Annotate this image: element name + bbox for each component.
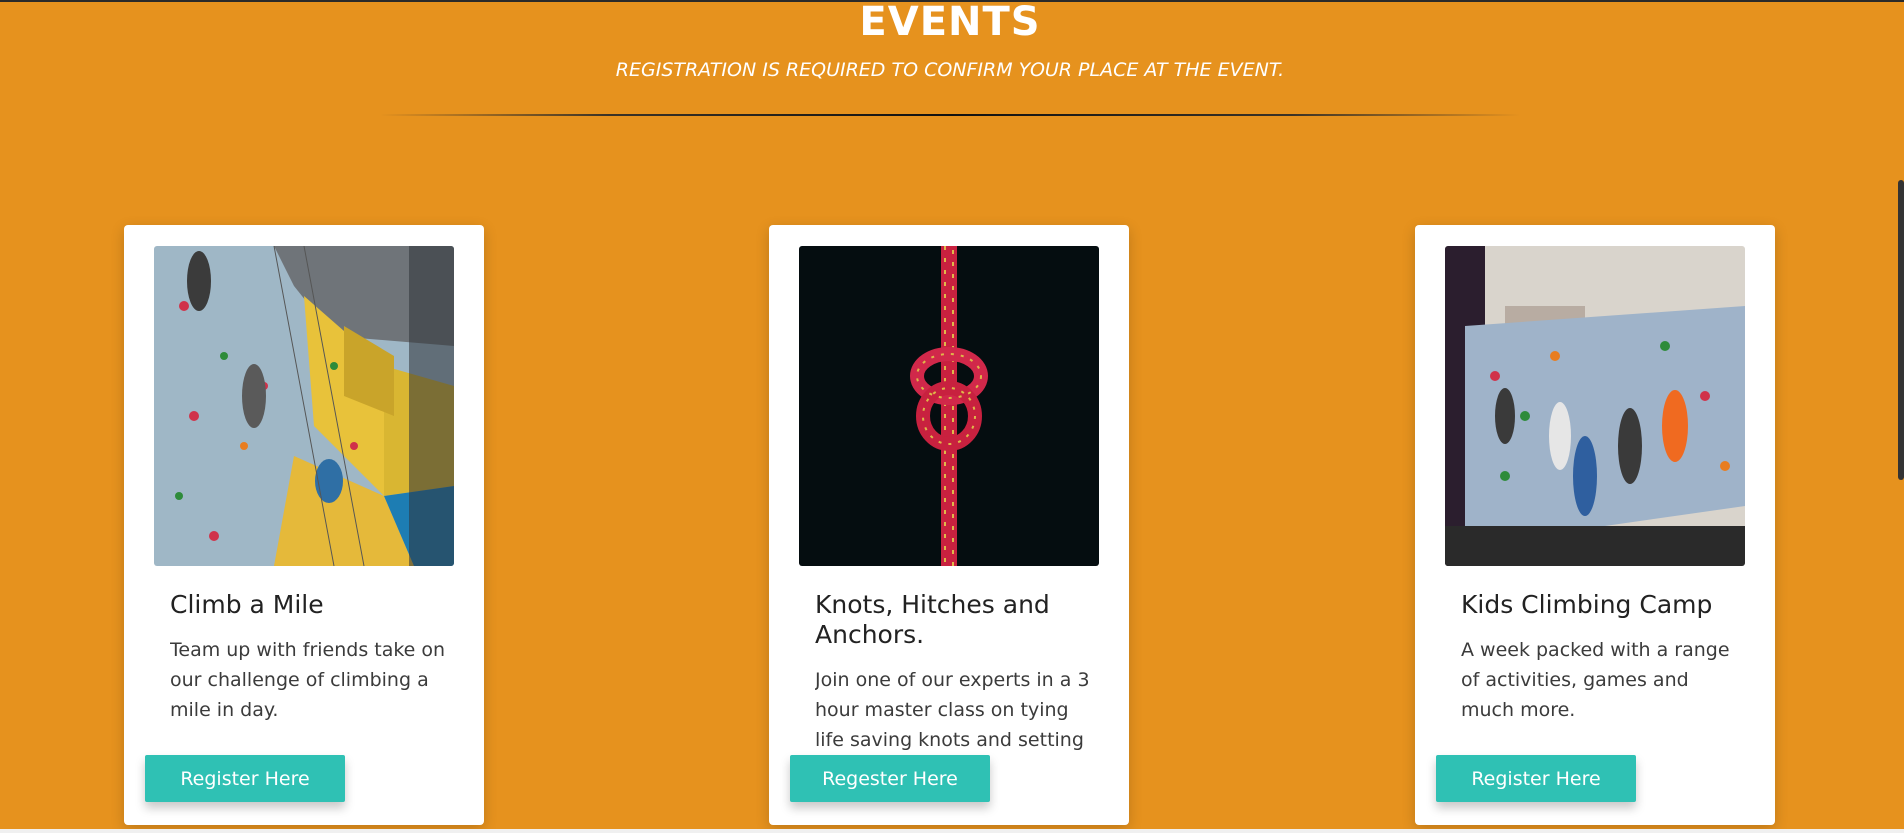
- register-button[interactable]: Register Here: [1436, 755, 1636, 802]
- section-subtitle: REGISTRATION IS REQUIRED TO CONFIRM YOUR…: [615, 59, 1285, 81]
- climbing-wall-illustration: [154, 246, 454, 566]
- rope-knot-illustration: [799, 246, 1099, 566]
- event-title: Knots, Hitches and Anchors.: [815, 590, 1050, 649]
- climbing-wall-image: [154, 246, 454, 566]
- register-button[interactable]: Register Here: [145, 755, 345, 802]
- event-description: A week packed with a range of activities…: [1461, 639, 1730, 721]
- section-divider: [380, 114, 1520, 116]
- section-title: EVENTS: [859, 0, 1041, 45]
- event-card-climb-a-mile: Climb a Mile Team up with friends take o…: [124, 225, 484, 825]
- kids-bouldering-illustration: [1445, 246, 1745, 566]
- event-card-kids-camp: Kids Climbing Camp A week packed with a …: [1415, 225, 1775, 825]
- event-card-knots: Knots, Hitches and Anchors. Join one of …: [769, 225, 1129, 825]
- kids-bouldering-image: [1445, 246, 1745, 566]
- bottom-edge: [0, 829, 1904, 833]
- register-button[interactable]: Regester Here: [790, 755, 990, 802]
- event-title: Climb a Mile: [170, 590, 324, 619]
- event-description: Join one of our experts in a 3 hour mast…: [815, 669, 1090, 751]
- rope-knot-image: [799, 246, 1099, 566]
- event-description: Team up with friends take on our challen…: [170, 639, 446, 721]
- event-title: Kids Climbing Camp: [1461, 590, 1713, 619]
- page-scrollbar[interactable]: [1898, 180, 1904, 480]
